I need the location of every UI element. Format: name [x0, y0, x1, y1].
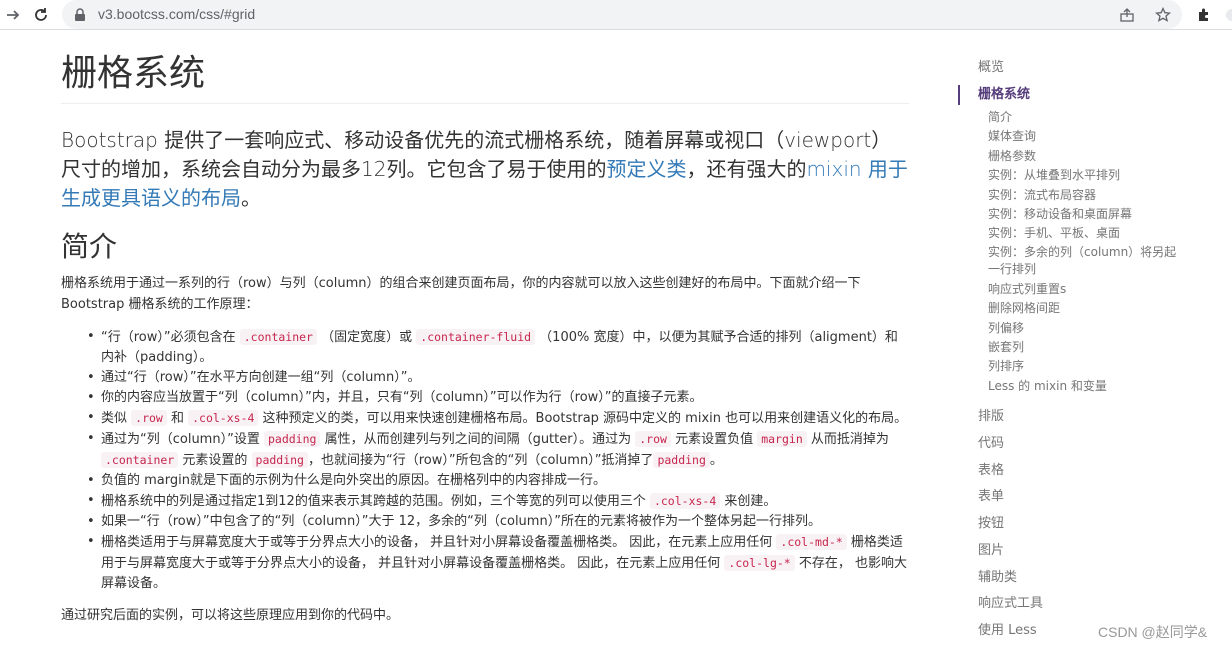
code-snippet: margin [757, 431, 807, 447]
list-item: 栅格系统中的列是通过指定1到12的值来表示其跨越的范围。例如，三个等宽的列可以使… [87, 491, 909, 512]
lead-paragraph: Bootstrap 提供了一套响应式、移动设备优先的流式栅格系统，随着屏幕或视口… [61, 126, 909, 213]
code-snippet: .col-lg-* [724, 555, 795, 571]
nav-item-typography[interactable]: 排版 [958, 404, 1188, 431]
page-title: 栅格系统 [61, 44, 909, 104]
nav-item-tables[interactable]: 表格 [958, 458, 1188, 485]
code-snippet: padding [251, 452, 308, 468]
closing-paragraph: 通过研究后面的实例，可以将这些原理应用到你的代码中。 [61, 608, 400, 623]
nav-sub-less-mixins[interactable]: Less 的 mixin 和变量 [958, 377, 1188, 396]
extensions-icon[interactable] [1193, 4, 1215, 26]
list-item: 类似 .row 和 .col-xs-4 这种预定义的类，可以用来快速创建栅格布局… [87, 408, 909, 429]
nav-sub-column-wrapping-cont[interactable]: 一行排列 [958, 261, 1188, 278]
nav-item-code[interactable]: 代码 [958, 431, 1188, 458]
list-item: 负值的 margin就是下面的示例为什么是向外突出的原因。在栅格列中的内容排成一… [87, 471, 909, 491]
url-text[interactable]: v3.bootcss.com/css/#grid [98, 6, 255, 22]
nav-sub-stacked-to-horizontal[interactable]: 实例：从堆叠到水平排列 [958, 166, 1188, 185]
nav-sub-ordering[interactable]: 列排序 [958, 357, 1188, 376]
list-item: 通过“行（row）”在水平方向创建一组“列（column）”。 [87, 368, 909, 388]
list-item: 栅格类适用于与屏幕宽度大于或等于分界点大小的设备， 并且针对小屏幕设备覆盖栅格类… [87, 532, 909, 594]
list-item: “行（row）”必须包含在 .container （固定宽度）或 .contai… [87, 327, 909, 368]
nav-sub-media-queries[interactable]: 媒体查询 [958, 127, 1188, 146]
csdn-watermark: CSDN @赵同学& [1098, 624, 1208, 640]
nav-sub-responsive-resets[interactable]: 响应式列重置s [958, 280, 1188, 299]
reload-icon[interactable] [30, 4, 52, 26]
address-bar[interactable]: v3.bootcss.com/css/#grid [62, 0, 1182, 29]
code-snippet: .container [239, 329, 317, 345]
nav-item-forms[interactable]: 表单 [958, 484, 1188, 511]
nav-item-buttons[interactable]: 按钮 [958, 511, 1188, 538]
nav-sub-fluid-container[interactable]: 实例：流式布局容器 [958, 186, 1188, 205]
principles-list: “行（row）”必须包含在 .container （固定宽度）或 .contai… [61, 327, 909, 594]
bookmark-star-icon[interactable] [1152, 4, 1174, 26]
nav-sub-mobile-tablet-desktop[interactable]: 实例：手机、平板、桌面 [958, 224, 1188, 243]
nav-sub-offsetting[interactable]: 列偏移 [958, 319, 1188, 338]
list-item: 你的内容应当放置于“列（column）”内，并且，只有“列（column）”可以… [87, 388, 909, 408]
nav-sub-column-wrapping[interactable]: 实例：多余的列（column）将另起 [958, 244, 1188, 261]
lead-text: ，还有强大的 [686, 157, 807, 181]
side-navigation: 概览 栅格系统 简介 媒体查询 栅格参数 实例：从堆叠到水平排列 实例：流式布局… [958, 58, 1188, 645]
nav-item-images[interactable]: 图片 [958, 538, 1188, 565]
nav-sub-nesting[interactable]: 嵌套列 [958, 338, 1188, 357]
intro-paragraph: 栅格系统用于通过一系列的行（row）与列（column）的组合来创建页面布局，你… [61, 276, 861, 312]
nav-item-responsive-utilities[interactable]: 响应式工具 [958, 591, 1188, 618]
code-snippet: .row [635, 431, 671, 447]
nav-sub-grid-options[interactable]: 栅格参数 [958, 147, 1188, 166]
share-icon[interactable] [1116, 4, 1138, 26]
lead-text: 。 [241, 186, 261, 210]
code-snippet: padding [653, 452, 710, 468]
code-snippet: .col-xs-4 [188, 410, 259, 426]
code-snippet: padding [263, 431, 321, 447]
intro-heading: 简介 [61, 230, 118, 263]
nav-item-overview[interactable]: 概览 [958, 58, 1188, 78]
nav-sub-intro[interactable]: 简介 [958, 108, 1188, 127]
list-item: 如果一“行（row）”中包含了的“列（column）”大于 12，多余的“列（c… [87, 512, 909, 532]
code-snippet: .container-fluid [416, 329, 536, 345]
nav-item-grid-active[interactable]: 栅格系统 [958, 85, 1188, 105]
code-snippet: .container [101, 452, 179, 468]
code-snippet: .row [131, 410, 167, 426]
main-content: 栅格系统 Bootstrap 提供了一套响应式、移动设备优先的流式栅格系统，随着… [61, 44, 909, 626]
profile-icon[interactable] [1218, 4, 1232, 26]
nav-sub-remove-gutters[interactable]: 删除网格间距 [958, 299, 1188, 318]
browser-toolbar: v3.bootcss.com/css/#grid [0, 0, 1232, 30]
nav-sub-mobile-desktop[interactable]: 实例：移动设备和桌面屏幕 [958, 205, 1188, 224]
nav-item-helper-classes[interactable]: 辅助类 [958, 565, 1188, 592]
code-snippet: .col-md-* [776, 534, 847, 550]
lock-icon [74, 7, 86, 26]
list-item: 通过为“列（column）”设置 padding 属性，从而创建列与列之间的间隔… [87, 429, 909, 471]
code-snippet: .col-xs-4 [649, 493, 721, 509]
predefined-classes-link[interactable]: 预定义类 [606, 157, 686, 181]
forward-icon[interactable] [2, 4, 24, 26]
